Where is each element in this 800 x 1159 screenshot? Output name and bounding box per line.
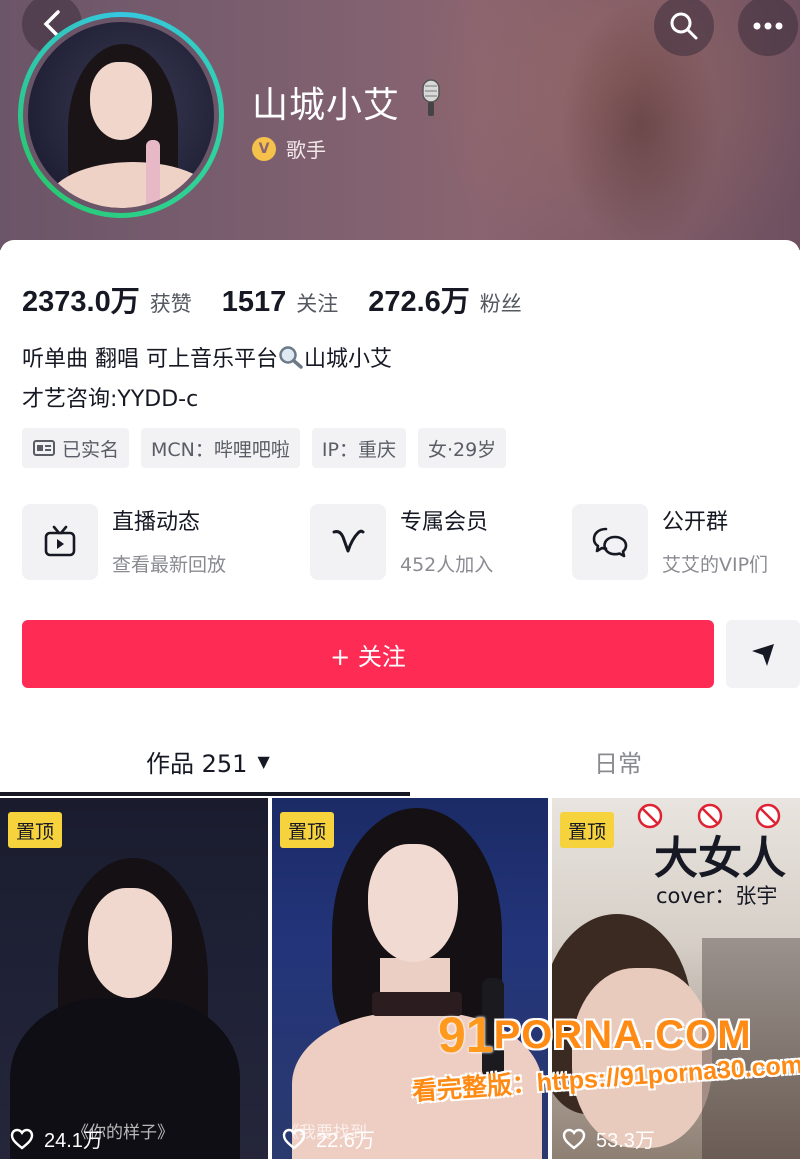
v-member-icon bbox=[332, 529, 365, 553]
search-icon bbox=[670, 12, 698, 40]
heart-outline-icon bbox=[562, 1128, 586, 1150]
stat-following-value: 1517 bbox=[221, 286, 287, 318]
tab-daily[interactable]: 日常 bbox=[594, 730, 642, 792]
stat-followers[interactable]: 272.6万 粉丝 bbox=[368, 278, 522, 320]
feature-icon-box bbox=[310, 504, 386, 580]
tag-verified-real-name[interactable]: 已实名 bbox=[22, 428, 130, 468]
tag-ip[interactable]: IP：重庆 bbox=[311, 428, 406, 468]
feature-icon-box bbox=[572, 504, 648, 580]
stat-likes[interactable]: 2373.0万 获赞 bbox=[22, 278, 192, 320]
video-thumbnail[interactable]: 置顶 《你的样子》 24.1万 bbox=[0, 798, 268, 1159]
chat-bubbles-icon bbox=[592, 527, 628, 558]
stat-following[interactable]: 1517 关注 bbox=[222, 286, 339, 319]
share-button[interactable] bbox=[726, 620, 800, 688]
bio-line-1-prefix: 听单曲 翻唱 可上音乐平台 bbox=[22, 347, 278, 372]
feature-live-updates[interactable]: 直播动态 查看最新回放 bbox=[22, 504, 226, 580]
pinned-badge: 置顶 bbox=[280, 812, 335, 848]
profile-tags: 已实名 MCN：哔哩吧啦 IP：重庆 女·29岁 bbox=[22, 428, 507, 468]
feature-title: 直播动态 bbox=[112, 509, 201, 535]
stat-likes-value: 2373.0万 bbox=[22, 286, 140, 318]
feature-subtitle: 艾艾的VIP们 bbox=[662, 553, 769, 576]
watermark-logo-prefix: 91 bbox=[438, 1007, 494, 1063]
profile-name: 山城小艾 bbox=[252, 85, 401, 126]
feature-public-group[interactable]: 公开群 艾艾的VIP们 bbox=[572, 504, 768, 580]
video-thumbnail[interactable]: 大女人 cover：张宇 置顶 53.3万 bbox=[552, 798, 800, 1159]
video-likes: 22.6万 bbox=[282, 1124, 375, 1153]
pinned-badge: 置顶 bbox=[560, 812, 615, 848]
bio-line-1-suffix: 山城小艾 bbox=[304, 347, 393, 372]
feature-exclusive-membership[interactable]: 专属会员 452人加入 bbox=[310, 504, 493, 580]
tv-play-icon bbox=[44, 525, 76, 557]
video-likes-count: 53.3万 bbox=[596, 1130, 655, 1152]
avatar[interactable] bbox=[23, 17, 219, 213]
content-tabs: 作品 251 ▼ 日常 bbox=[0, 730, 800, 796]
video-likes: 24.1万 bbox=[10, 1124, 103, 1153]
bio: 听单曲 翻唱 可上音乐平台 山城小艾 才艺咨询:YYDD-c bbox=[22, 340, 392, 420]
stat-likes-label: 获赞 bbox=[149, 292, 192, 316]
video-thumbnail[interactable]: 置顶 《我要找到 22.6万 bbox=[272, 798, 548, 1159]
follow-button[interactable]: + 关注 bbox=[22, 620, 714, 688]
more-dots-icon bbox=[753, 22, 783, 30]
pinned-badge: 置顶 bbox=[8, 812, 63, 848]
tab-works[interactable]: 作品 251 ▼ bbox=[146, 730, 270, 792]
caret-down-icon: ▼ bbox=[257, 751, 270, 771]
id-card-icon bbox=[33, 440, 55, 456]
profile-header: 山城小艾 V 歌手 bbox=[0, 0, 800, 250]
bio-line-1: 听单曲 翻唱 可上音乐平台 山城小艾 bbox=[22, 340, 392, 380]
heart-outline-icon bbox=[282, 1128, 306, 1150]
tag-label: MCN：哔哩吧啦 bbox=[151, 438, 290, 461]
video-likes: 53.3万 bbox=[562, 1124, 655, 1153]
tab-works-label: 作品 251 bbox=[146, 749, 248, 778]
stats-row: 2373.0万 获赞 1517 关注 272.6万 粉丝 bbox=[22, 278, 552, 320]
tag-label: 已实名 bbox=[62, 438, 120, 461]
video-likes-count: 22.6万 bbox=[316, 1130, 375, 1152]
feature-icon-box bbox=[22, 504, 98, 580]
stat-following-label: 关注 bbox=[296, 292, 339, 316]
stat-followers-value: 272.6万 bbox=[368, 286, 470, 318]
tab-daily-label: 日常 bbox=[594, 749, 642, 778]
bio-line-2: 才艺咨询:YYDD-c bbox=[22, 387, 199, 412]
send-arrow-icon bbox=[752, 644, 774, 666]
microphone-icon bbox=[422, 79, 440, 116]
tag-label: IP：重庆 bbox=[321, 438, 396, 461]
stat-followers-label: 粉丝 bbox=[479, 292, 522, 316]
feature-title: 公开群 bbox=[662, 509, 729, 535]
feature-title: 专属会员 bbox=[400, 509, 489, 535]
feature-subtitle: 查看最新回放 bbox=[112, 553, 227, 576]
video-title-overlay: 大女人 bbox=[654, 833, 786, 884]
video-cover-credit: cover：张宇 bbox=[656, 884, 778, 908]
active-tab-indicator bbox=[0, 792, 410, 796]
avatar-live-ring[interactable] bbox=[18, 12, 224, 218]
verification-row: V 歌手 bbox=[252, 134, 326, 163]
heart-outline-icon bbox=[10, 1128, 34, 1150]
feature-subtitle: 452人加入 bbox=[400, 553, 494, 576]
verification-label: 歌手 bbox=[286, 138, 326, 162]
tag-gender-age[interactable]: 女·29岁 bbox=[417, 428, 507, 468]
video-likes-count: 24.1万 bbox=[44, 1130, 103, 1152]
tag-mcn[interactable]: MCN：哔哩吧啦 bbox=[141, 428, 300, 468]
tag-label: 女·29岁 bbox=[427, 438, 497, 461]
verified-badge-icon: V bbox=[252, 136, 276, 161]
video-grid: 置顶 《你的样子》 24.1万 置顶 《我要找到 22.6万 大女人 cover… bbox=[0, 798, 800, 1159]
magnifier-emoji-icon bbox=[279, 346, 303, 369]
